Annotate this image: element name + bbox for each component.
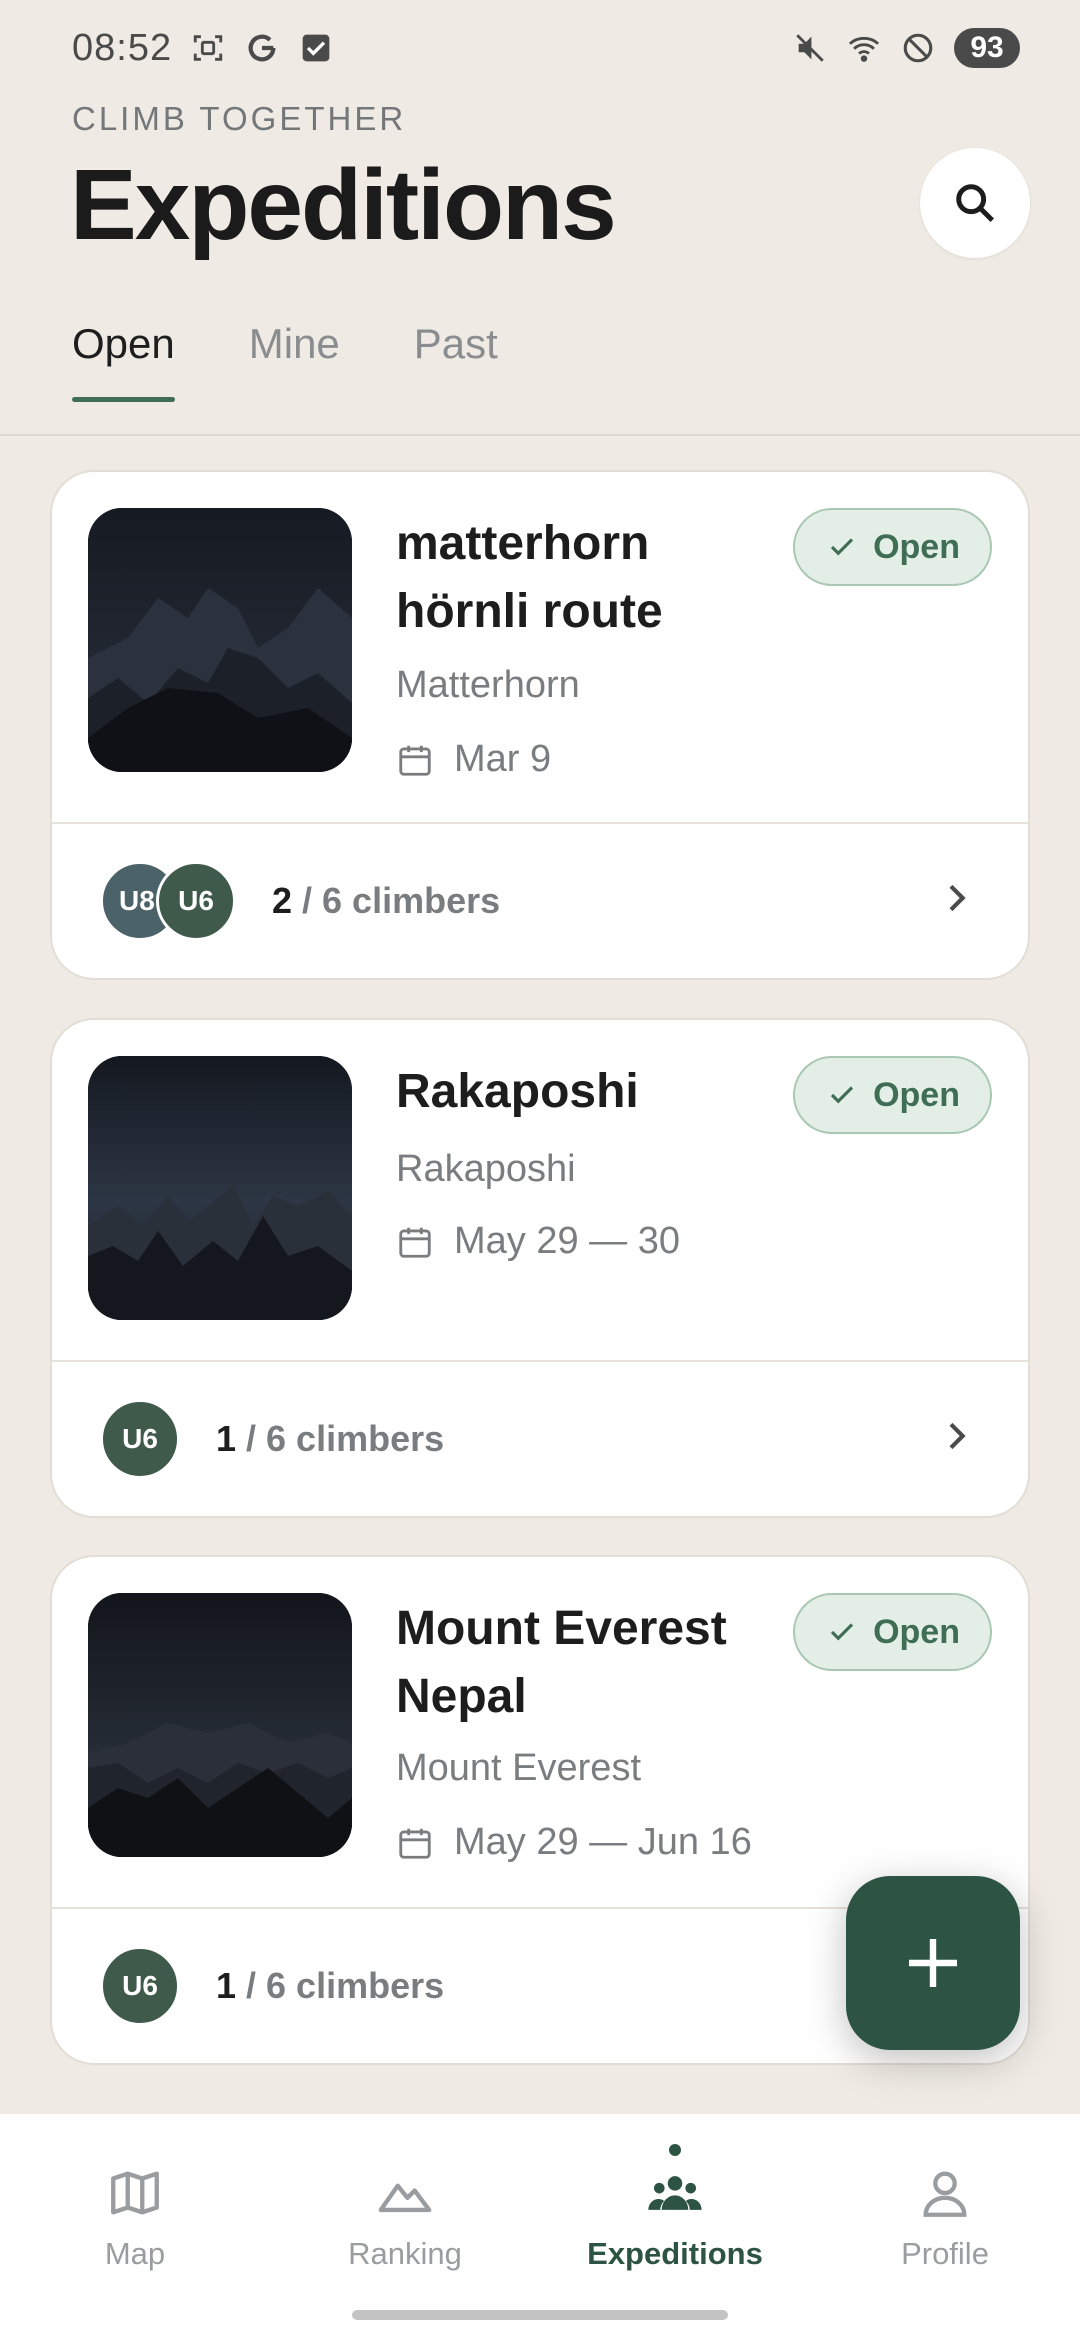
- expedition-card[interactable]: matterhorn hörnli route Matterhorn Mar 9…: [50, 470, 1030, 980]
- person-icon: [923, 2171, 967, 2217]
- mountain-name: Mount Everest: [396, 1747, 641, 1789]
- eyebrow-label: CLIMB TOGETHER: [72, 100, 407, 137]
- climbers-row[interactable]: U8 U6 2 / 6 climbers: [52, 822, 1028, 978]
- status-badge: Open: [793, 1056, 992, 1134]
- expedition-thumbnail: [88, 508, 352, 772]
- expedition-card[interactable]: Rakaposhi Rakaposhi May 29 — 30 Open U6 …: [50, 1018, 1030, 1518]
- status-badge: Open: [793, 508, 992, 586]
- status-time: 08:52: [72, 26, 173, 69]
- mute-icon: [792, 30, 828, 66]
- climbers-count: 1 / 6 climbers: [216, 1965, 445, 2006]
- tab-bar: Open Mine Past: [72, 320, 498, 402]
- expedition-title: Mount Everest Nepal: [396, 1602, 727, 1723]
- calendar-icon: [399, 1828, 431, 1859]
- create-expedition-button[interactable]: [846, 1876, 1020, 2050]
- tab-open[interactable]: Open: [72, 320, 175, 402]
- check-icon: [830, 538, 854, 556]
- expedition-date: May 29 — 30: [396, 1220, 680, 1263]
- expedition-date: Mar 9: [396, 738, 551, 781]
- bottom-navigation: Map Ranking Expeditions Profile: [0, 2114, 1080, 2340]
- wifi-icon: [846, 30, 882, 66]
- group-icon: [648, 2176, 702, 2210]
- page-title: Expeditions: [70, 149, 617, 261]
- expedition-title: matterhorn hörnli route: [396, 517, 663, 638]
- mountain-name: Rakaposhi: [396, 1148, 576, 1190]
- check-icon: [830, 1623, 854, 1641]
- nav-profile[interactable]: Profile: [835, 2164, 1055, 2340]
- active-indicator: [669, 2144, 681, 2156]
- search-icon: [956, 184, 995, 223]
- check-icon: [830, 1086, 854, 1104]
- status-bar: 08:52 93: [0, 0, 1080, 96]
- tabs-divider: [0, 434, 1080, 436]
- mountain-name: Matterhorn: [396, 664, 580, 706]
- expedition-thumbnail: [88, 1056, 352, 1320]
- expedition-date: May 29 — Jun 16: [396, 1821, 752, 1864]
- chevron-right-icon[interactable]: [936, 878, 976, 918]
- expedition-title: Rakaposhi: [396, 1065, 639, 1118]
- google-icon: [244, 30, 280, 66]
- tab-past[interactable]: Past: [414, 320, 498, 402]
- chevron-right-icon[interactable]: [936, 1416, 976, 1456]
- search-button[interactable]: [920, 148, 1030, 258]
- check-box-icon: [298, 30, 334, 66]
- avatar-group: U8 U6: [100, 861, 236, 941]
- home-indicator[interactable]: [352, 2310, 728, 2320]
- expedition-thumbnail: [88, 1593, 352, 1857]
- battery-indicator: 93: [954, 28, 1020, 68]
- tab-mine[interactable]: Mine: [249, 320, 340, 402]
- dnd-icon: [900, 30, 936, 66]
- screenshot-icon: [190, 30, 226, 66]
- calendar-icon: [399, 1227, 431, 1258]
- climbers-count: 2 / 6 climbers: [272, 880, 501, 921]
- avatar: U6: [156, 861, 236, 941]
- nav-map[interactable]: Map: [25, 2164, 245, 2340]
- calendar-icon: [399, 745, 431, 776]
- climbers-row[interactable]: U6 1 / 6 climbers: [52, 1360, 1028, 1516]
- map-icon: [111, 2171, 159, 2215]
- plus-icon: [909, 1939, 957, 1987]
- avatar: U6: [100, 1946, 180, 2026]
- avatar-group: U6: [100, 1946, 180, 2026]
- mountain-icon: [378, 2183, 432, 2213]
- avatar-group: U6: [100, 1399, 180, 1479]
- climbers-count: 1 / 6 climbers: [216, 1418, 445, 1459]
- avatar: U6: [100, 1399, 180, 1479]
- status-badge: Open: [793, 1593, 992, 1671]
